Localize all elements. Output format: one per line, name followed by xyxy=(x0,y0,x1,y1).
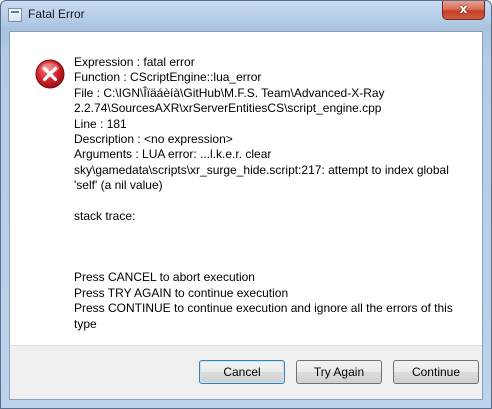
error-icon xyxy=(35,59,65,89)
message-line-arguments: Arguments : LUA error: ...l.k.e.r. clear xyxy=(74,147,272,162)
try-again-button[interactable]: Try Again xyxy=(296,360,382,384)
message-line-continue-hint-cont: type xyxy=(74,316,97,331)
message-line-stack-trace: stack trace: xyxy=(74,208,136,223)
message-line-arguments-end: 'self' (a nil value) xyxy=(74,178,163,193)
message-line-continue-hint: Press CONTINUE to continue execution and… xyxy=(74,301,453,316)
dialog-body: Expression : fatal error Function : CScr… xyxy=(9,31,483,400)
error-message: Expression : fatal error Function : CScr… xyxy=(74,55,474,332)
message-line-function: Function : CScriptEngine::lua_error xyxy=(74,70,262,85)
button-bar: Cancel Try Again Continue xyxy=(10,345,482,399)
message-line-file: File : C:\IGN\Îïäáèíà\GitHub\M.F.S. Team… xyxy=(74,85,385,100)
cancel-button[interactable]: Cancel xyxy=(199,360,285,384)
title-bar[interactable]: Fatal Error x xyxy=(1,1,491,29)
continue-button[interactable]: Continue xyxy=(393,360,479,384)
message-line-arguments-cont: sky\gamedata\scripts\xr_surge_hide.scrip… xyxy=(74,162,449,177)
fatal-error-window: Fatal Error x Expression : fatal error F… xyxy=(0,0,492,409)
window-title: Fatal Error xyxy=(28,7,85,21)
message-line-description: Description : <no expression> xyxy=(74,131,233,146)
close-button[interactable]: x xyxy=(442,1,485,20)
message-line-line: Line : 181 xyxy=(74,116,127,131)
message-line-expression: Expression : fatal error xyxy=(74,55,195,69)
message-line-try-again-hint: Press TRY AGAIN to continue execution xyxy=(74,285,289,300)
message-line-cancel-hint: Press CANCEL to abort execution xyxy=(74,270,255,285)
application-window-icon xyxy=(8,8,22,22)
message-line-file-cont: 2.2.74\SourcesAXR\xrServerEntitiesCS\scr… xyxy=(74,101,382,116)
